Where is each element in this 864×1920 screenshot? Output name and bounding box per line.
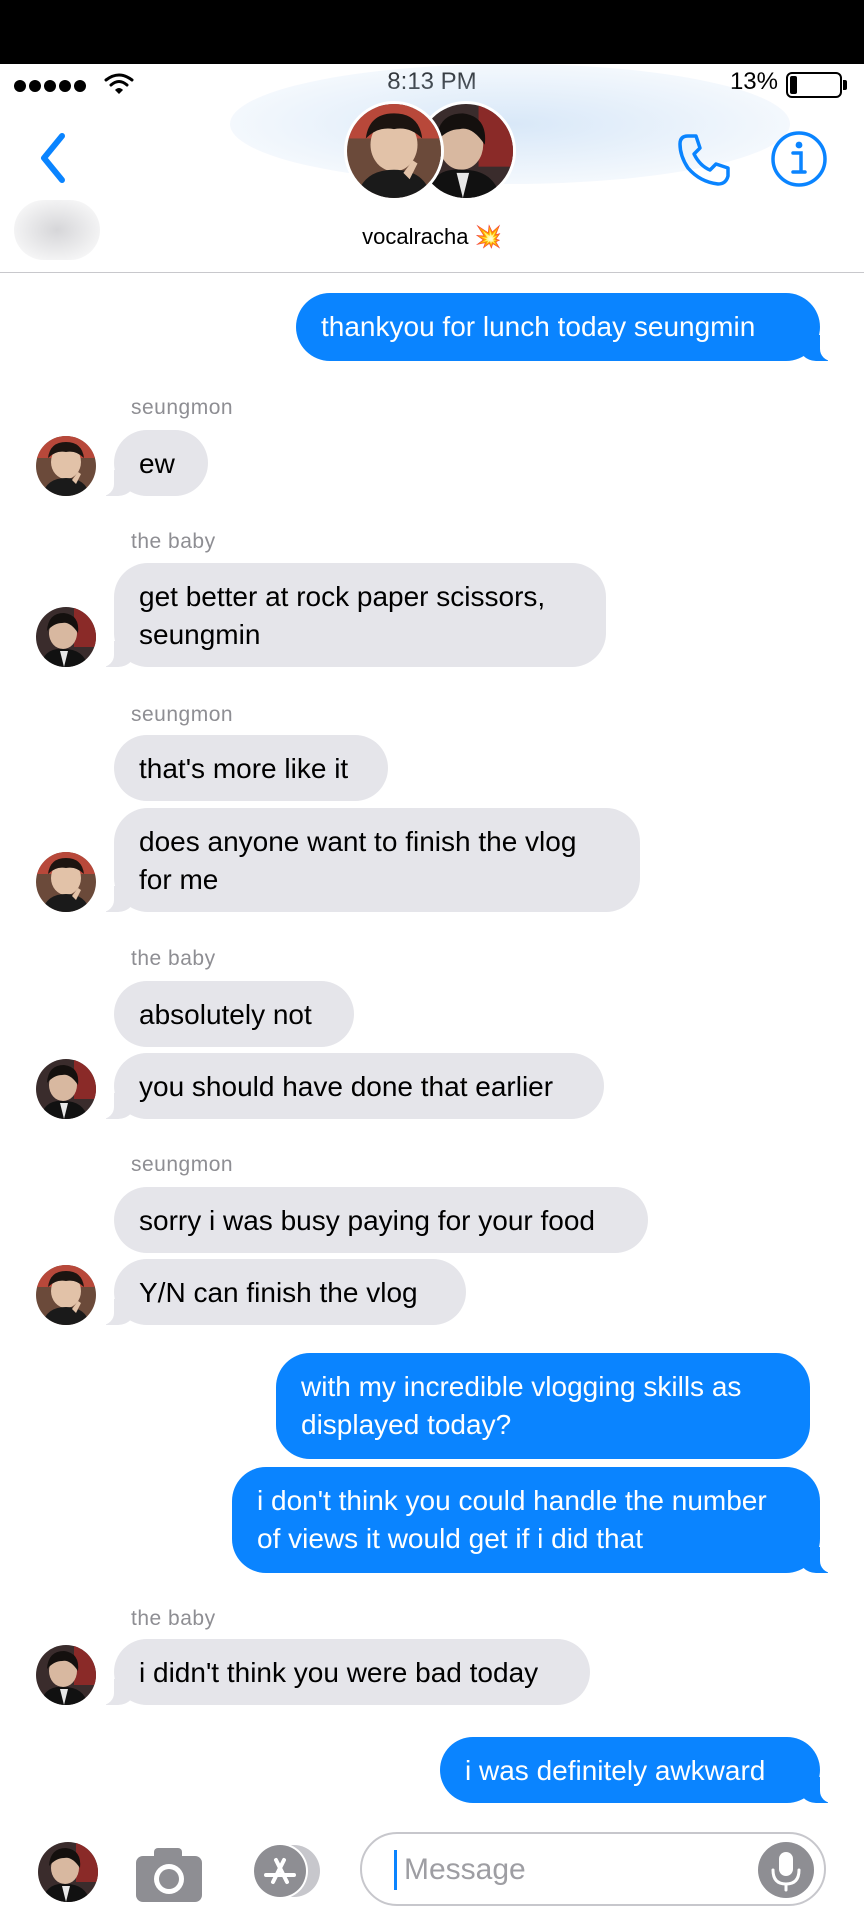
message-bubble-outgoing[interactable]: i don't think you could handle the numbe… bbox=[232, 1467, 840, 1573]
message-bubble-incoming[interactable]: sorry i was busy paying for your food bbox=[114, 1187, 648, 1253]
app-store-icon[interactable] bbox=[246, 1842, 326, 1900]
microphone-icon bbox=[771, 1852, 801, 1892]
conversation-header: vocalracha 💥 bbox=[0, 64, 864, 273]
message-bubble-incoming[interactable]: get better at rock paper scissors, seung… bbox=[94, 563, 606, 667]
avatar-seungmon[interactable] bbox=[36, 852, 96, 912]
collision-emoji: 💥 bbox=[474, 224, 502, 249]
back-chevron-icon[interactable] bbox=[34, 128, 74, 188]
microphone-button[interactable] bbox=[758, 1842, 814, 1898]
message-bubble-incoming[interactable]: you should have done that earlier bbox=[94, 1053, 604, 1119]
battery-icon bbox=[786, 72, 847, 98]
message-bubble-incoming[interactable]: does anyone want to finish the vlog for … bbox=[94, 808, 640, 912]
avatar-the-baby[interactable] bbox=[36, 1645, 96, 1705]
avatar-the-baby[interactable] bbox=[36, 607, 96, 667]
text-caret bbox=[394, 1850, 397, 1890]
sender-name: seungmon bbox=[131, 703, 234, 726]
sender-name: seungmon bbox=[131, 396, 234, 419]
avatar-seungmon[interactable] bbox=[36, 436, 96, 496]
sender-name: the baby bbox=[131, 530, 216, 553]
message-input[interactable] bbox=[402, 1842, 766, 1898]
group-name[interactable]: vocalracha 💥 bbox=[0, 224, 864, 250]
message-bubble-outgoing[interactable]: i was definitely awkward bbox=[440, 1737, 840, 1803]
message-field[interactable] bbox=[360, 1832, 826, 1906]
message-bubble-outgoing[interactable]: with my incredible vlogging skills as di… bbox=[276, 1353, 810, 1459]
message-bubble-outgoing[interactable]: thankyou for lunch today seungmin bbox=[296, 293, 840, 361]
sender-name: the baby bbox=[131, 947, 216, 970]
message-bubble-incoming[interactable]: ew bbox=[94, 430, 208, 496]
info-icon[interactable] bbox=[770, 130, 828, 188]
message-bubble-incoming[interactable]: i didn't think you were bad today bbox=[94, 1639, 590, 1705]
message-bubble-incoming[interactable]: Y/N can finish the vlog bbox=[94, 1259, 466, 1325]
camera-icon[interactable] bbox=[134, 1844, 204, 1904]
top-black-bar bbox=[0, 0, 864, 64]
sender-name: seungmon bbox=[131, 1153, 234, 1176]
avatar-the-baby[interactable] bbox=[36, 1059, 96, 1119]
message-bubble-incoming[interactable]: absolutely not bbox=[114, 981, 354, 1047]
message-input-bar bbox=[0, 1830, 864, 1920]
group-avatar-seungmon[interactable] bbox=[344, 101, 444, 201]
avatar-seungmon[interactable] bbox=[36, 1265, 96, 1325]
phone-icon[interactable] bbox=[674, 130, 734, 190]
message-bubble-incoming[interactable]: that's more like it bbox=[114, 735, 388, 801]
sender-name: the baby bbox=[131, 1607, 216, 1630]
memoji-avatar-button[interactable] bbox=[38, 1842, 98, 1902]
group-name-label: vocalracha bbox=[362, 224, 469, 249]
